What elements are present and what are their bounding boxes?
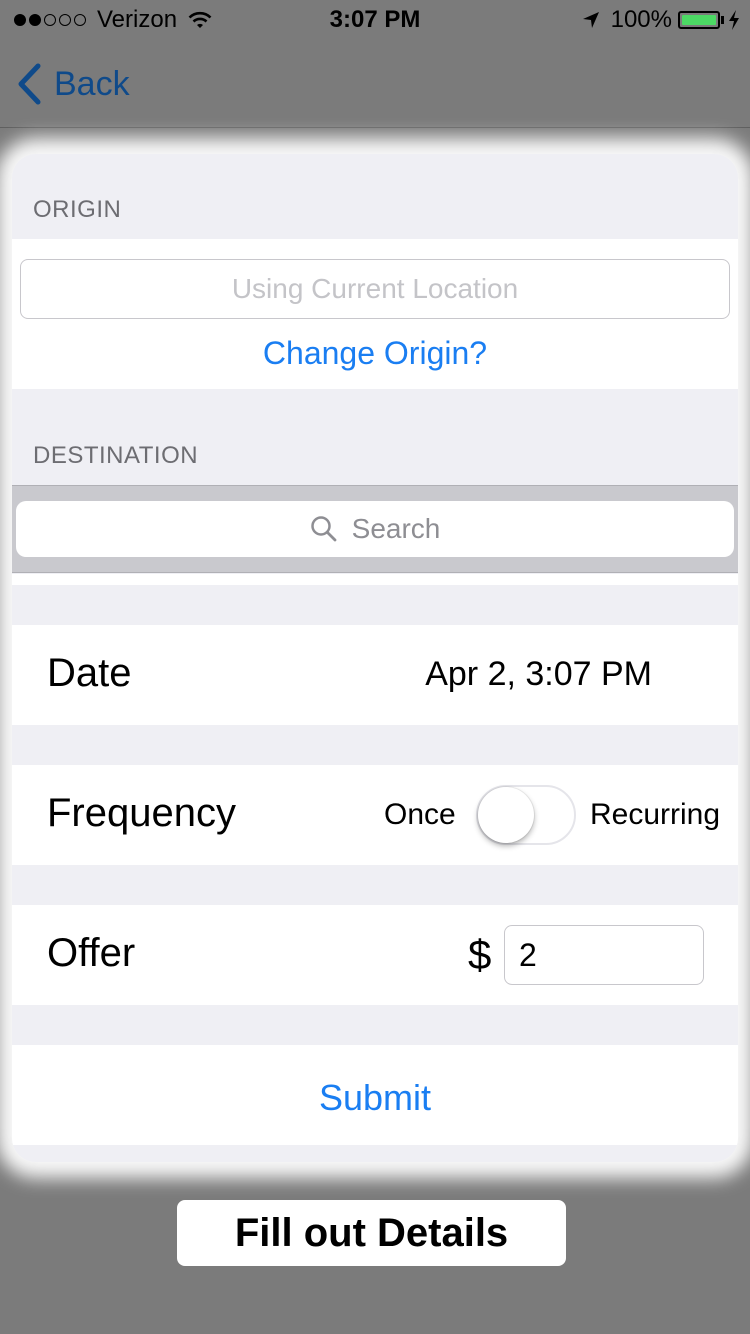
charging-bolt-icon (729, 10, 739, 30)
frequency-toggle[interactable] (476, 785, 576, 845)
origin-input[interactable]: Using Current Location (20, 259, 730, 319)
date-row[interactable]: Date Apr 2, 3:07 PM (12, 625, 738, 725)
currency-symbol: $ (468, 931, 492, 978)
back-button[interactable]: Back (16, 62, 130, 106)
battery-fill (682, 15, 716, 25)
caption-label: Fill out Details (177, 1200, 566, 1266)
destination-results-strip (12, 574, 738, 585)
details-form-card: ORIGIN Using Current Location Change Ori… (12, 154, 738, 1162)
status-bar: Verizon 3:07 PM 100% (0, 0, 750, 40)
origin-section: Using Current Location Change Origin? (12, 239, 738, 389)
change-origin-button[interactable]: Change Origin? (12, 335, 738, 372)
frequency-row: Frequency Once Recurring (12, 765, 738, 865)
submit-button[interactable]: Submit (12, 1077, 738, 1119)
destination-header-label: DESTINATION (33, 442, 199, 469)
battery-body (678, 11, 720, 29)
toggle-knob (478, 787, 534, 843)
destination-search-bar: Search (12, 485, 738, 573)
battery-percent: 100% (610, 6, 672, 33)
offer-row: Offer $ 2 (12, 905, 738, 1005)
frequency-label: Frequency (47, 791, 236, 835)
frequency-recurring-label: Recurring (590, 798, 721, 831)
battery-tip (721, 16, 724, 24)
navigation-bar: Back (0, 40, 750, 128)
status-right: 100% (581, 6, 740, 34)
back-label: Back (54, 64, 130, 103)
search-icon (310, 516, 337, 542)
date-value[interactable]: Apr 2, 3:07 PM (425, 655, 652, 694)
origin-header-label: ORIGIN (33, 196, 122, 223)
frequency-once-label: Once (384, 798, 456, 831)
offer-label: Offer (47, 931, 136, 975)
search-placeholder: Search (351, 513, 441, 544)
chevron-left-icon (18, 63, 41, 105)
submit-row: Submit (12, 1045, 738, 1145)
destination-search-input[interactable]: Search (16, 501, 734, 557)
screen: Verizon 3:07 PM 100% Back ORIGIN Using C… (0, 0, 750, 1334)
date-label: Date (47, 651, 132, 695)
location-arrow-icon (582, 12, 599, 28)
offer-amount-input[interactable]: 2 (504, 925, 704, 985)
battery-icon (678, 11, 724, 29)
